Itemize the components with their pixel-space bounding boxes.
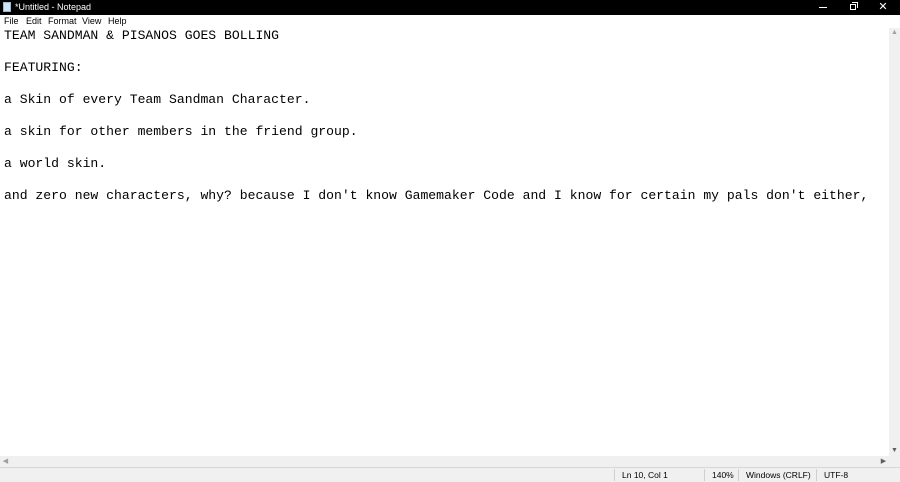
text-line-11: and zero new characters, why? because I … [4, 188, 869, 203]
encoding: UTF-8 [824, 470, 849, 480]
text-line-3: FEATURING: [4, 60, 83, 75]
restore-icon [850, 4, 856, 10]
status-divider [816, 469, 817, 481]
menu-file[interactable]: File [4, 15, 19, 28]
minimize-button[interactable] [808, 0, 838, 15]
status-divider [738, 469, 739, 481]
text-line-9: a world skin. [4, 156, 107, 171]
cursor-position: Ln 10, Col 1 [622, 470, 668, 480]
horizontal-scrollbar[interactable]: ◀ ▶ [0, 456, 889, 467]
menu-help[interactable]: Help [108, 15, 127, 28]
scroll-right-icon[interactable]: ▶ [878, 456, 889, 467]
scroll-down-icon[interactable]: ▼ [889, 446, 900, 456]
menu-edit[interactable]: Edit [26, 15, 42, 28]
close-button[interactable]: ✕ [868, 0, 898, 15]
close-icon: ✕ [878, 1, 888, 13]
vertical-scrollbar[interactable]: ▲ ▼ [889, 28, 900, 456]
menu-format[interactable]: Format [48, 15, 77, 28]
status-divider [614, 469, 615, 481]
title-bar[interactable]: *Untitled - Notepad ✕ [0, 0, 900, 15]
menu-bar: File Edit Format View Help [0, 15, 900, 28]
scrollbar-corner [889, 456, 900, 467]
text-line-5: a Skin of every Team Sandman Character. [4, 92, 311, 107]
text-editor[interactable]: TEAM SANDMAN & PISANOS GOES BOLLING FEAT… [0, 28, 889, 456]
line-ending: Windows (CRLF) [746, 470, 811, 480]
status-divider [704, 469, 705, 481]
zoom-level: 140% [712, 470, 734, 480]
text-line-1: TEAM SANDMAN & PISANOS GOES BOLLING [4, 28, 280, 43]
scroll-left-icon[interactable]: ◀ [0, 456, 11, 467]
text-line-7: a skin for other members in the friend g… [4, 124, 358, 139]
minimize-icon [819, 7, 827, 8]
scroll-up-icon[interactable]: ▲ [889, 28, 900, 38]
restore-button[interactable] [838, 0, 868, 15]
window-title: *Untitled - Notepad [15, 2, 92, 12]
menu-view[interactable]: View [82, 15, 101, 28]
status-bar: Ln 10, Col 1 140% Windows (CRLF) UTF-8 [0, 467, 900, 482]
notepad-icon [3, 2, 11, 12]
